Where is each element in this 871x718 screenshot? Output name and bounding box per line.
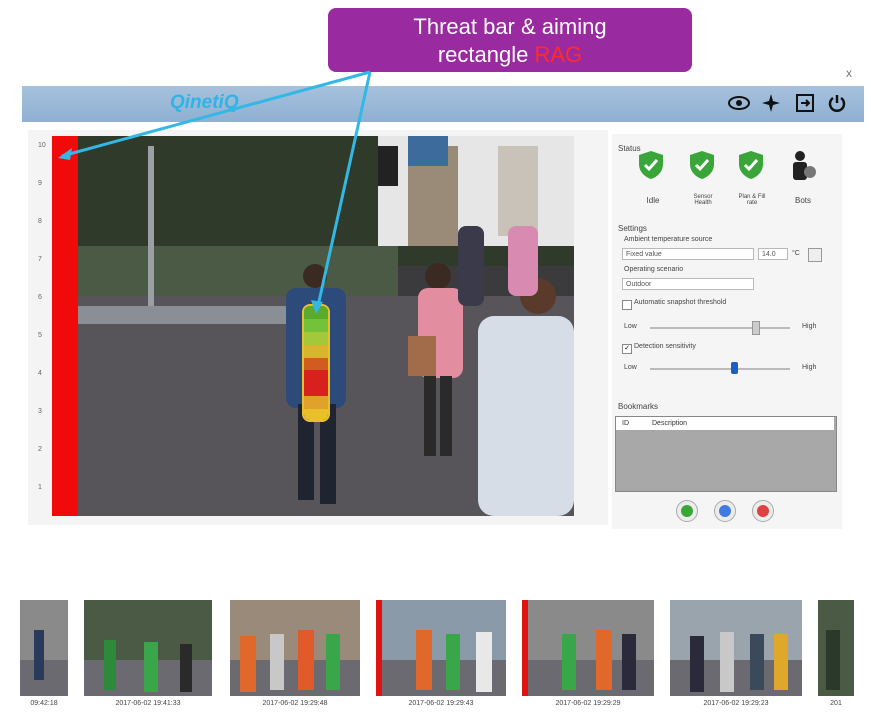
slider1-low-label: Low [624, 323, 637, 330]
status-sensor-health-icon [689, 150, 715, 185]
sensitivity-slider[interactable] [650, 368, 790, 370]
slider1-high-label: High [802, 323, 817, 330]
snapshot-timestamp: 2017-06-02 19:29:48 [262, 700, 328, 707]
settings-title: Settings [618, 224, 647, 233]
auto-threshold-checkbox[interactable] [622, 300, 632, 310]
delete-bookmark-button[interactable] [752, 500, 774, 522]
snapshot-thumbnail[interactable] [230, 600, 360, 696]
slider2-low-label: Low [624, 364, 637, 371]
status-plan-fill-label: Plan & Fill rate [738, 194, 766, 206]
snapshot-timestamp: 2017-06-02 19:29:29 [555, 700, 621, 707]
detection-checkbox[interactable]: ✓ [622, 344, 632, 354]
apply-temp-button[interactable] [808, 248, 822, 262]
snapshot-thumbnail[interactable] [84, 600, 212, 696]
snapshot-thumbnail[interactable] [20, 600, 68, 696]
snapshot-timestamp: 09:42:18 [30, 700, 58, 707]
snapshot-thumbnail[interactable] [670, 600, 802, 696]
status-plan-fill-icon [738, 150, 764, 185]
snapshot-thumbnail[interactable] [818, 600, 854, 696]
scenario-label: Operating scenario [624, 266, 684, 273]
snapshot-thumbnail[interactable] [522, 600, 654, 696]
status-idle-label: Idle [646, 196, 660, 205]
refresh-bookmark-button[interactable] [714, 500, 736, 522]
ambient-temp-label: Ambient temperature source [624, 236, 713, 243]
threat-marker [376, 600, 382, 696]
slider2-high-label: High [802, 364, 817, 371]
ambient-source-select[interactable]: Fixed value [622, 248, 754, 260]
threshold-slider[interactable] [650, 327, 790, 329]
temp-unit-label: °C [792, 250, 800, 257]
snapshot-thumbnail[interactable] [376, 600, 506, 696]
add-bookmark-button[interactable] [676, 500, 698, 522]
snapshot-timestamp: 2017-06-02 19:29:23 [703, 700, 769, 707]
bookmarks-title: Bookmarks [618, 402, 659, 411]
sensitivity-slider-thumb[interactable] [731, 362, 738, 374]
bookmarks-col-id: ID [622, 420, 629, 427]
auto-threshold-label: Automatic snapshot threshold [634, 299, 727, 306]
bookmarks-header: ID Description [616, 417, 834, 430]
snapshot-timestamp: 201 [830, 700, 842, 707]
snapshot-strip: 09:42:18 2017-06-02 19:41:33 2017-06-02 … [0, 590, 871, 718]
detection-label: Detection sensitivity [634, 343, 696, 350]
bookmarks-col-description: Description [652, 420, 688, 427]
threat-marker [522, 600, 528, 696]
status-sensor-health-label: Sensor Health [693, 194, 713, 206]
snapshot-timestamp: 2017-06-02 19:29:43 [408, 700, 474, 707]
status-idle-icon [638, 150, 664, 185]
ambient-temp-input[interactable]: 14.0 [758, 248, 788, 260]
status-bots-label: Bots [794, 196, 811, 205]
scenario-select[interactable]: Outdoor [622, 278, 754, 290]
snapshot-timestamp: 2017-06-02 19:41:33 [115, 700, 181, 707]
status-bots-icon [790, 150, 818, 187]
threshold-slider-thumb[interactable] [752, 321, 760, 335]
